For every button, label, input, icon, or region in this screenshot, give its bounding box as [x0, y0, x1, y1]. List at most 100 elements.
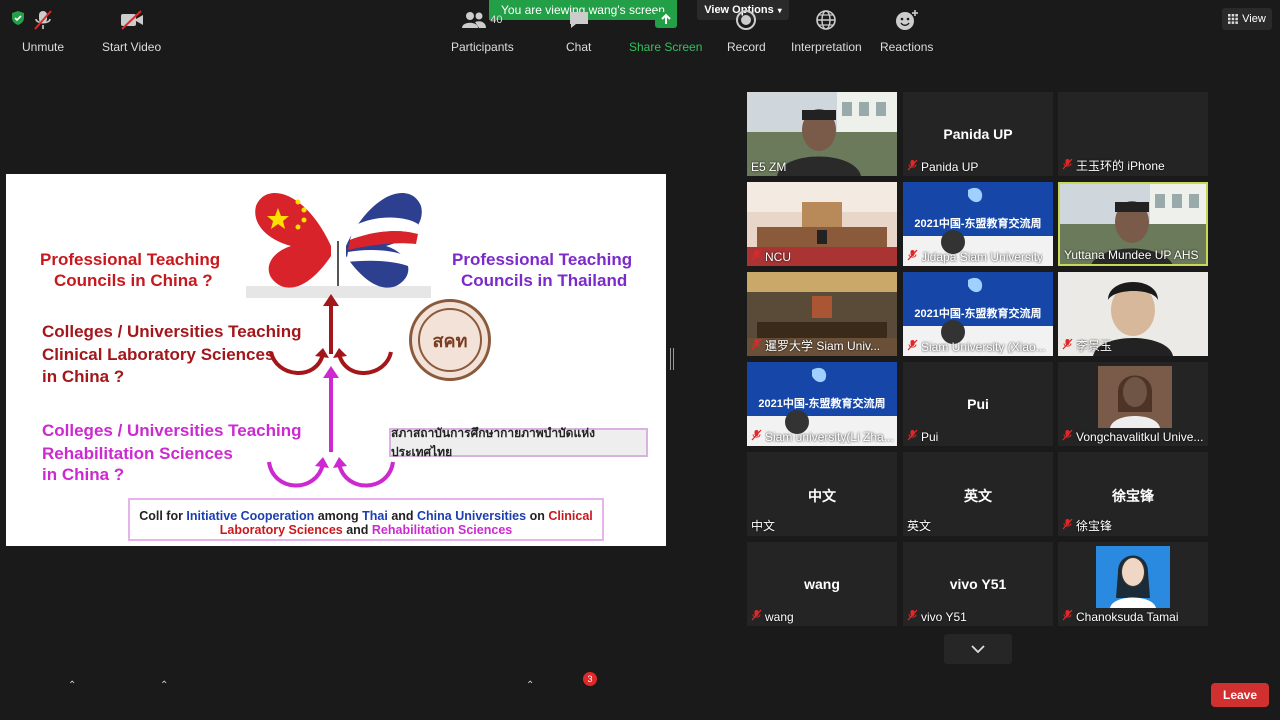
participant-tile[interactable]: NCU [747, 182, 897, 266]
participant-tile[interactable]: 2021中国-东盟教育交流周 Jidapa Siam University [903, 182, 1053, 266]
shared-screen-slide: Professional Teaching Councils in China … [6, 174, 666, 546]
participant-tile[interactable]: Vongchavalitkul Unive... [1058, 362, 1208, 446]
participant-name: vivo Y51 [921, 609, 967, 624]
participant-name-label: 暹罗大学 Siam Univ... [751, 337, 880, 354]
participant-name-label: Pui [907, 429, 938, 444]
participant-tile[interactable]: wang wang [747, 542, 897, 626]
participant-name-label: wang [751, 609, 794, 624]
panel-resize-handle[interactable] [670, 348, 674, 370]
callout-part: Clinical [548, 509, 593, 523]
participant-tile[interactable]: 2021中国-东盟教育交流周 Siam university(Li Zha... [747, 362, 897, 446]
participant-name-label: 英文 [907, 517, 931, 534]
muted-mic-icon [907, 249, 918, 264]
chat-bubble-icon [569, 12, 588, 28]
participant-display-name: 徐宝锋 [1112, 488, 1154, 504]
participant-tile[interactable]: 2021中国-东盟教育交流周 Siam University (Xiao... [903, 272, 1053, 356]
muted-mic-icon [1062, 518, 1073, 533]
participant-display-name: Panida UP [943, 126, 1013, 142]
callout-part: and [387, 509, 418, 523]
participant-name: 中文 [751, 519, 776, 533]
smiley-plus-icon [895, 10, 918, 30]
view-layout-button[interactable]: View [1222, 8, 1272, 30]
video-off-icon [120, 10, 143, 30]
participant-tile[interactable]: 李景玉 [1058, 272, 1208, 356]
callout-part: Initiative Cooperation [186, 509, 315, 523]
record-label: Record [727, 40, 766, 54]
callout-part: China Universities [417, 509, 527, 523]
share-screen-label: Share Screen [629, 40, 703, 54]
participants-label: Participants [451, 40, 514, 54]
callout-part: and [342, 523, 372, 537]
bottom-callout-box: Coll for Initiative Cooperation among Th… [128, 498, 604, 541]
participant-name: NCU [765, 249, 791, 264]
participant-name: Vongchavalitkul Unive... [1076, 429, 1204, 444]
participant-name-label: Panida UP [907, 159, 978, 174]
slide-left-title-line2: Councils in China ? [54, 271, 213, 290]
interpretation-button[interactable]: Interpretation [791, 6, 862, 54]
muted-mic-icon [751, 249, 762, 264]
participant-tile[interactable]: Yuttana Mundee UP AHS [1058, 182, 1208, 266]
slide-mid-line2: Clinical Laboratory Sciences [42, 345, 275, 364]
chat-button[interactable]: Chat [566, 6, 591, 54]
muted-mic-icon [907, 159, 918, 174]
record-icon [736, 10, 757, 30]
video-options-caret[interactable]: ⌃ [160, 680, 168, 691]
participant-name: Pui [921, 429, 939, 444]
participant-display-name: wang [804, 576, 840, 592]
callout-part: Thai [362, 509, 388, 523]
participant-name: 徐宝锋 [1076, 519, 1113, 533]
zoom-meeting-window: You are viewing wang's screen View Optio… [0, 0, 1280, 720]
slide-low-line3: in China ? [42, 465, 125, 484]
record-button[interactable]: Record [727, 6, 766, 54]
participant-tile[interactable]: 徐宝锋 徐宝锋 [1058, 452, 1208, 536]
participants-options-caret[interactable]: ⌃ [526, 680, 534, 691]
participants-count: 40 [490, 14, 503, 26]
leave-button[interactable]: Leave [1211, 683, 1269, 707]
participant-tile[interactable]: vivo Y51 vivo Y51 [903, 542, 1053, 626]
participant-name-label: Siam University (Xiao... [907, 339, 1046, 354]
participant-name: wang [765, 609, 794, 624]
unmute-button[interactable]: Unmute [22, 6, 64, 54]
banner-text: 2021中国-东盟教育交流周 [758, 398, 886, 410]
participant-display-name: vivo Y51 [949, 576, 1007, 592]
muted-mic-icon [34, 10, 52, 30]
slide-low-line1: Colleges / Universities Teaching [42, 421, 302, 440]
muted-mic-icon [751, 338, 762, 353]
participant-tile[interactable]: 英文 英文 [903, 452, 1053, 536]
participant-name-label: 王玉环的 iPhone [1062, 157, 1165, 174]
participant-tile[interactable]: 暹罗大学 Siam Univ... [747, 272, 897, 356]
reactions-button[interactable]: Reactions [880, 6, 933, 54]
participant-name-label: NCU [751, 249, 791, 264]
share-screen-button[interactable]: Share Screen [629, 6, 702, 54]
participant-tile[interactable]: Pui Pui [903, 362, 1053, 446]
participant-tile[interactable]: Chanoksuda Tamai [1058, 542, 1208, 626]
share-screen-icon [654, 12, 677, 28]
participants-button[interactable]: 40 Participants [451, 6, 514, 54]
participant-tile[interactable]: E5 ZM [747, 92, 897, 176]
callout-part: among [314, 509, 363, 523]
participant-tile[interactable]: Panida UP Panida UP [903, 92, 1053, 176]
slide-mid-line3: in China ? [42, 367, 125, 386]
banner-text: 2021中国-东盟教育交流周 [914, 218, 1042, 230]
participant-name-label: 李景玉 [1062, 337, 1112, 354]
chevron-down-icon [971, 645, 985, 653]
reactions-label: Reactions [880, 40, 934, 54]
participant-name: 英文 [907, 519, 932, 533]
participant-tile[interactable]: 王玉环的 iPhone [1058, 92, 1208, 176]
muted-mic-icon [1062, 158, 1073, 173]
muted-mic-icon [907, 339, 918, 354]
participant-name: Siam University (Xiao... [921, 339, 1046, 354]
gallery-next-page-button[interactable] [944, 634, 1012, 664]
participants-icon [462, 12, 487, 28]
slide-right-title-line1: Professional Teaching [452, 250, 633, 269]
callout-part: Rehabilitation Sciences [371, 523, 513, 537]
participant-tile[interactable]: 中文 中文 [747, 452, 897, 536]
audio-options-caret[interactable]: ⌃ [68, 680, 76, 691]
start-video-button[interactable]: Start Video [102, 6, 161, 54]
slide-right-title-line2: Councils in Thailand [461, 271, 628, 290]
slide-left-title-line1: Professional Teaching [40, 250, 221, 269]
participant-name: 王玉环的 iPhone [1076, 159, 1165, 173]
muted-mic-icon [1062, 609, 1073, 624]
interpretation-label: Interpretation [791, 40, 862, 54]
meeting-toolbar [0, 666, 1280, 720]
